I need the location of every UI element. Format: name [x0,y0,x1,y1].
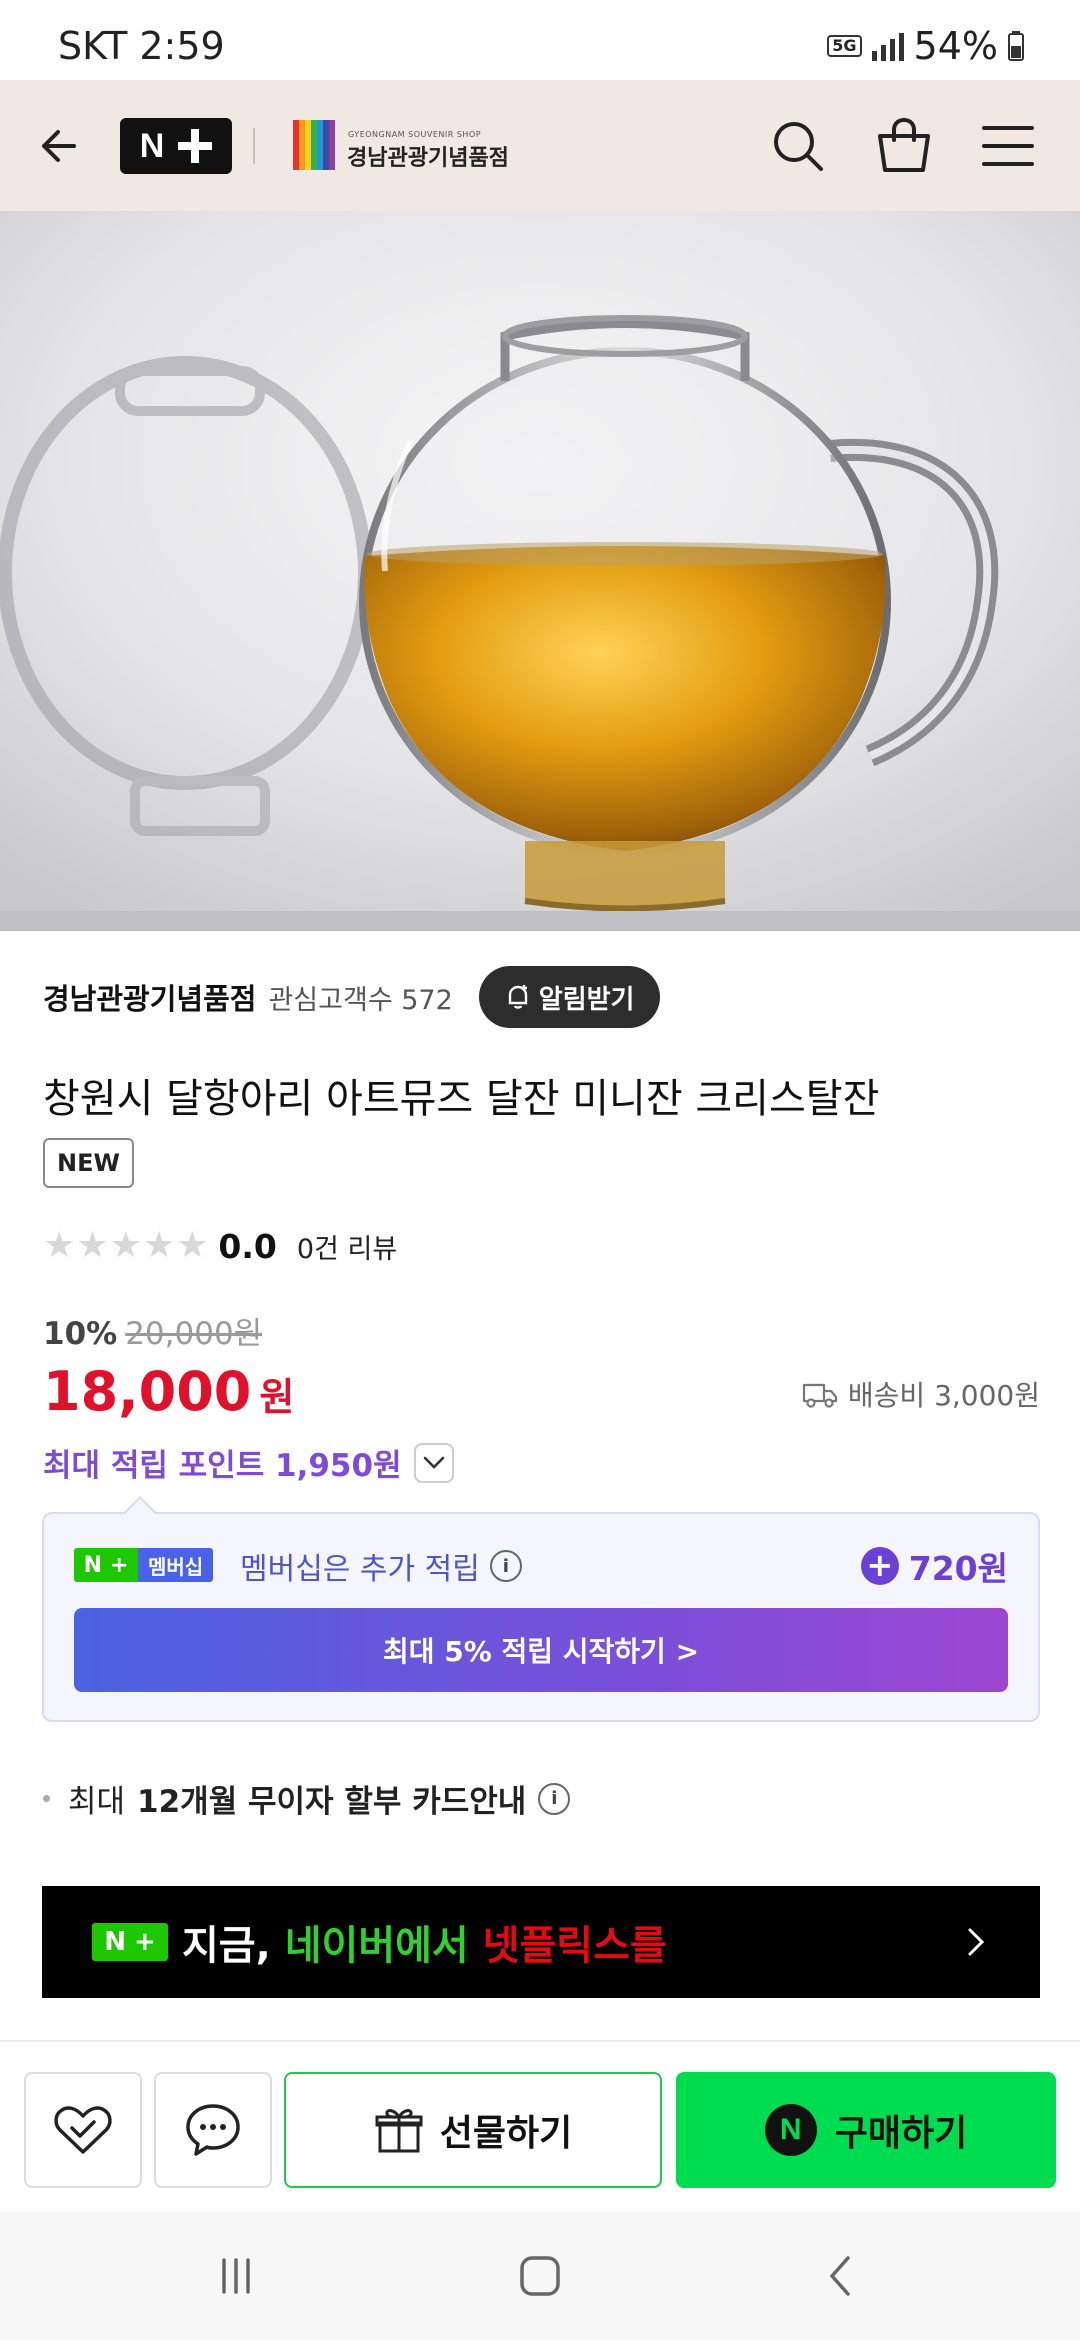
shop-logo-name[interactable]: 경남관광기념품점 [347,140,509,172]
sale-price: 18,000 [43,1360,252,1423]
star-icon: ★ [109,1225,142,1266]
status-time: SKT 2:59 [58,24,225,68]
product-image[interactable] [0,211,1080,931]
chat-button[interactable] [154,2072,272,2188]
plus-icon: + [109,1552,129,1578]
product-title: 창원시 달항아리 아트뮤즈 달잔 미니잔 크리스탈잔 [43,1076,880,1122]
wishlist-button[interactable] [24,2072,142,2188]
discount-rate: 10% [43,1316,118,1352]
banner-text-white: 지금, [182,1923,285,1969]
plus-circle-icon: + [860,1547,899,1585]
buy-button[interactable]: N 구매하기 [676,2072,1056,2188]
membership-box: N + 멤버십 멤버십은 추가 적립 i + 720원 최대 5% 적립 시작하기… [42,1512,1040,1722]
menu-icon[interactable] [976,114,1040,178]
chevron-right-icon [968,1928,985,1956]
netflix-promo-banner[interactable]: N + 지금, 네이버에서 넷플릭스를 [42,1886,1040,1998]
shipping-fee: 배송비 3,000원 [802,1374,1040,1414]
membership-start-button[interactable]: 최대 5% 적립 시작하기 > [74,1608,1008,1692]
gift-icon [375,2109,423,2153]
battery-percent: 54% [913,24,998,68]
new-badge: NEW [43,1138,134,1188]
installment-info[interactable]: 최대 12개월 무이자 할부 카드안내 i [43,1776,571,1821]
store-followers: 관심고객수 572 [268,984,453,1016]
status-bar: SKT 2:59 5G 54% [0,0,1080,80]
chat-bubble-icon [186,2104,240,2156]
battery-icon [1008,31,1024,61]
nplus-badge: N + [74,1548,138,1582]
plus-icon [178,129,213,163]
price-unit: 원 [259,1375,295,1419]
shopping-bag-icon[interactable] [872,114,936,178]
membership-badge-text: 멤버십 [138,1548,214,1582]
shop-logo-mark[interactable] [293,120,335,170]
bell-plus-icon [508,985,527,1009]
info-icon[interactable]: i [489,1550,522,1582]
star-icon: ★ [76,1225,109,1266]
gift-button[interactable]: 선물하기 [284,2072,662,2188]
banner-text-red: 넷플릭스를 [482,1923,667,1969]
banner-text: 지금, 네이버에서 넷플릭스를 [182,1913,667,1971]
bullet-dot [43,1795,50,1802]
network-5g-icon: 5G [827,35,862,57]
shop-logo-subtitle: GYEONGNAM SOUVENIR SHOP [348,130,482,139]
signal-icon [871,31,904,61]
extra-points-value: 720원 [908,1549,1008,1588]
back-icon[interactable] [812,2246,872,2306]
bottom-action-bar: 선물하기 N 구매하기 [0,2048,1080,2212]
rating-stars: ★ ★ ★ ★ ★ [43,1228,208,1264]
delivery-truck-icon [802,1383,837,1408]
gift-button-label: 선물하기 [439,2113,573,2154]
product-photo-moon-jar-glass [0,211,1080,931]
points-row[interactable]: 최대 적립 포인트 1,950원 [43,1440,454,1485]
banner-text-green: 네이버에서 [284,1923,483,1969]
membership-message: 멤버십은 추가 적립 i [240,1544,522,1588]
membership-extra-points: + 720원 [860,1542,1008,1590]
buy-button-label: 구매하기 [834,2113,968,2154]
installment-prefix: 최대 [68,1784,126,1820]
discount-row: 10% 20,000원 [43,1308,262,1353]
original-price: 20,000원 [125,1316,263,1352]
search-icon[interactable] [766,114,830,178]
heart-check-icon [54,2106,112,2154]
points-expand-button[interactable] [413,1442,454,1483]
notify-button[interactable]: 알림받기 [478,966,661,1028]
star-icon: ★ [43,1225,76,1266]
shipping-fee-label: 배송비 3,000원 [847,1379,1040,1412]
rating-value: 0.0 [218,1226,277,1266]
star-icon: ★ [142,1225,176,1266]
divider [0,2040,1080,2042]
star-icon: ★ [176,1225,209,1266]
notify-button-label: 알림받기 [538,984,635,1015]
chevron-down-icon [423,1456,444,1469]
nplus-badge-letter: N [83,1552,102,1578]
header-divider [253,128,255,164]
naver-pay-icon: N [764,2104,817,2156]
home-icon[interactable] [510,2246,570,2306]
nplus-logo-letter: N [139,126,165,165]
naver-plus-logo[interactable]: N [120,118,232,174]
plus-icon: + [133,1927,156,1957]
app-header: N GYEONGNAM SOUVENIR SHOP 경남관광기념품점 [0,80,1080,211]
max-points: 최대 적립 포인트 1,950원 [43,1448,402,1484]
banner-badge-letter: N [104,1927,126,1957]
installment-text: 12개월 무이자 할부 카드안내 [137,1784,527,1820]
membership-badge: N + 멤버십 [74,1548,214,1582]
rating-row[interactable]: ★ ★ ★ ★ ★ 0.0 0건 리뷰 [43,1224,397,1268]
system-navigation-bar [0,2212,1080,2340]
nplus-badge: N + [92,1923,168,1961]
info-icon[interactable]: i [538,1782,571,1815]
membership-message-text: 멤버십은 추가 적립 [240,1552,480,1587]
status-indicators: 5G 54% [827,24,1024,68]
back-arrow-icon[interactable] [30,114,94,178]
store-name[interactable]: 경남관광기념품점 [43,976,256,1018]
price-row: 18,000 원 [43,1360,294,1423]
review-count[interactable]: 0건 리뷰 [297,1227,397,1266]
membership-start-label: 최대 5% 적립 시작하기 > [382,1635,700,1668]
recent-apps-icon[interactable] [206,2246,266,2306]
store-info-row: 경남관광기념품점 관심고객수 572 알림받기 [43,966,661,1028]
